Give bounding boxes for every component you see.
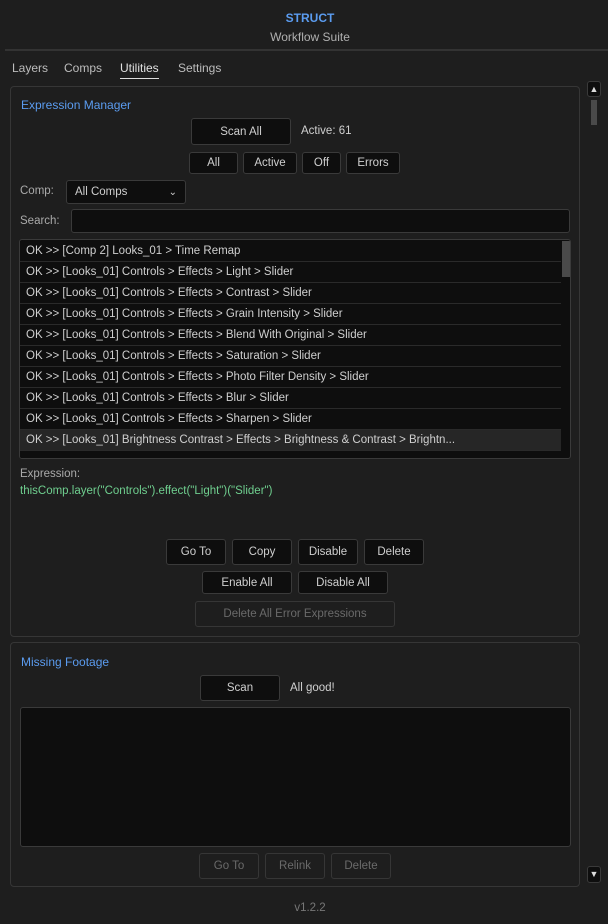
- scan-button[interactable]: Scan: [200, 675, 280, 701]
- arrow-up-icon: ▲: [589, 84, 599, 94]
- filter-errors-button[interactable]: Errors: [346, 152, 400, 174]
- missing-footage-panel: Missing Footage Scan All good! Go To Rel…: [10, 642, 580, 887]
- header-divider: [5, 49, 608, 51]
- relink-button[interactable]: Relink: [265, 853, 325, 879]
- delete-all-errors-button[interactable]: Delete All Error Expressions: [195, 601, 395, 627]
- comp-label: Comp:: [20, 185, 54, 197]
- delete-button[interactable]: Delete: [364, 539, 424, 565]
- comp-select[interactable]: All Comps ⌄: [66, 180, 186, 204]
- expression-list[interactable]: OK >> [Comp 2] Looks_01 > Time Remap OK >…: [19, 239, 571, 459]
- list-item[interactable]: OK >> [Looks_01] Controls > Effects > Bl…: [20, 388, 561, 409]
- list-scrollbar-thumb[interactable]: [562, 241, 570, 277]
- list-item[interactable]: OK >> [Looks_01] Controls > Effects > Bl…: [20, 325, 561, 346]
- filter-active-button[interactable]: Active: [243, 152, 297, 174]
- filter-all-button[interactable]: All: [189, 152, 238, 174]
- list-item[interactable]: OK >> [Looks_01] Controls > Effects > Co…: [20, 283, 561, 304]
- search-input[interactable]: [71, 209, 570, 233]
- expression-manager-panel: Expression Manager Scan All Active: 61 A…: [10, 86, 580, 637]
- tab-comps[interactable]: Comps: [64, 61, 102, 75]
- scan-status: All good!: [290, 682, 335, 694]
- list-item[interactable]: OK >> [Looks_01] Controls > Effects > Sh…: [20, 409, 561, 430]
- tab-utilities[interactable]: Utilities: [120, 61, 159, 79]
- footage-goto-button[interactable]: Go To: [199, 853, 259, 879]
- list-item[interactable]: OK >> [Comp 2] Looks_01 > Time Remap: [20, 241, 561, 262]
- list-item[interactable]: OK >> [Looks_01] Controls > Effects > Li…: [20, 262, 561, 283]
- scroll-up-button[interactable]: ▲: [587, 81, 601, 97]
- scan-all-button[interactable]: Scan All: [191, 118, 291, 145]
- app-subtitle: Workflow Suite: [270, 30, 350, 44]
- footage-delete-button[interactable]: Delete: [331, 853, 391, 879]
- list-item[interactable]: OK >> [Looks_01] Brightness Contrast > E…: [20, 430, 561, 451]
- search-label: Search:: [20, 215, 60, 227]
- goto-button[interactable]: Go To: [166, 539, 226, 565]
- list-item[interactable]: OK >> [Looks_01] Controls > Effects > Ph…: [20, 367, 561, 388]
- tab-settings[interactable]: Settings: [178, 61, 221, 75]
- disable-button[interactable]: Disable: [298, 539, 358, 565]
- list-item[interactable]: OK >> [Looks_01] Controls > Effects > Sa…: [20, 346, 561, 367]
- version-label: v1.2.2: [294, 902, 326, 914]
- list-item[interactable]: OK >> [Looks_01] Controls > Effects > Gr…: [20, 304, 561, 325]
- expression-manager-title: Expression Manager: [21, 98, 132, 112]
- scroll-down-button[interactable]: ▼: [587, 866, 601, 883]
- chevron-down-icon: ⌄: [168, 186, 177, 198]
- active-count: Active: 61: [301, 125, 352, 137]
- disable-all-button[interactable]: Disable All: [298, 571, 388, 594]
- comp-select-value: All Comps: [75, 186, 128, 198]
- app-title: STRUCT: [285, 11, 335, 25]
- expression-label: Expression:: [20, 468, 81, 480]
- list-item-partial[interactable]: [20, 451, 561, 458]
- page-scrollbar-thumb[interactable]: [591, 100, 597, 125]
- filter-off-button[interactable]: Off: [302, 152, 341, 174]
- copy-button[interactable]: Copy: [232, 539, 292, 565]
- missing-footage-list[interactable]: [20, 707, 571, 847]
- enable-all-button[interactable]: Enable All: [202, 571, 292, 594]
- arrow-down-icon: ▼: [589, 869, 599, 879]
- missing-footage-title: Missing Footage: [21, 655, 110, 669]
- expression-code: thisComp.layer("Controls").effect("Light…: [20, 485, 273, 497]
- tab-layers[interactable]: Layers: [12, 61, 48, 75]
